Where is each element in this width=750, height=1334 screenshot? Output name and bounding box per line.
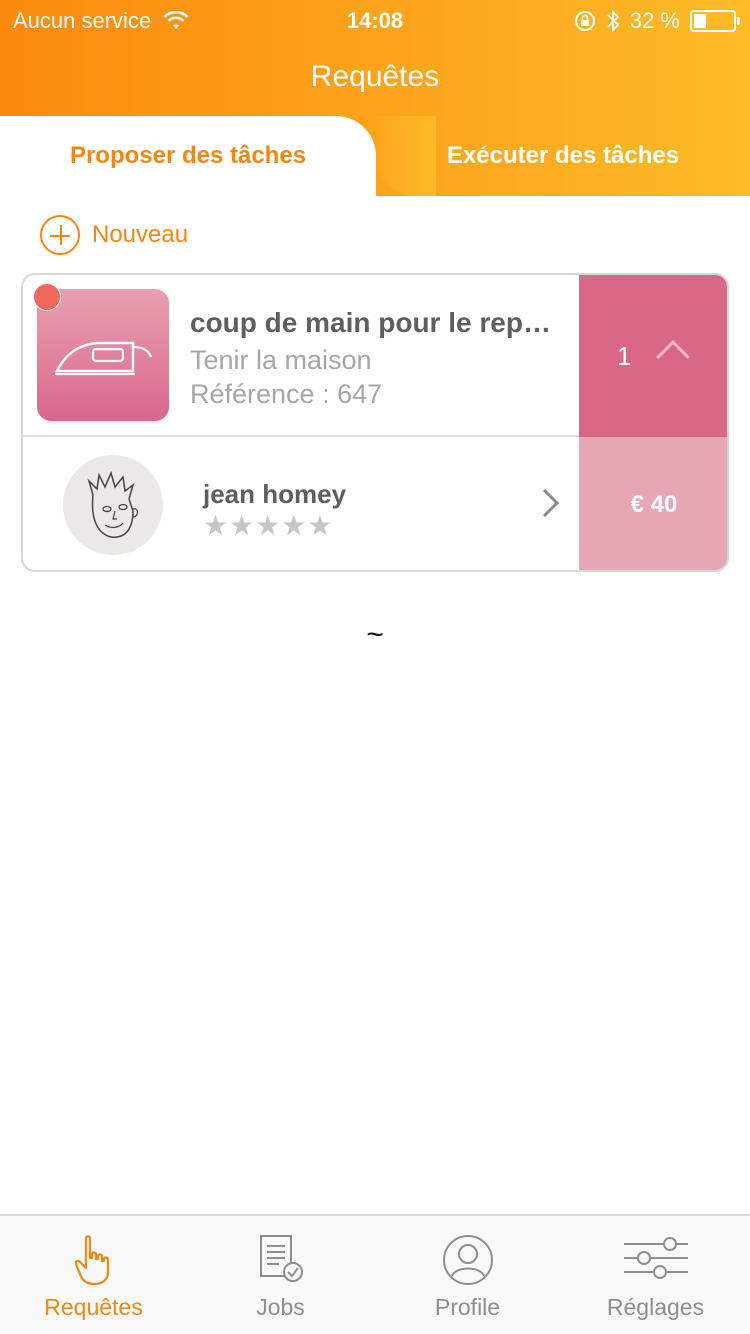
hand-pointer-icon [74,1235,109,1286]
battery-icon [690,10,740,32]
tabbar-label-reglages: Réglages [606,1294,705,1320]
segment-tabs: Proposer des tâches Exécuter des tâches [0,116,750,196]
plus-circle-icon [40,215,80,255]
battery-fill [694,14,706,28]
tabbar-item-profile[interactable]: Profile [374,1216,561,1334]
task-category: Tenir la maison [190,345,372,375]
tabbar-label-requetes: Requêtes [44,1294,143,1320]
tabbar-label-profile: Profile [434,1294,501,1320]
bottom-tab-bar: Requêtes Jobs Profile Réglages [0,1214,750,1334]
rating-stars: ★★★★★ [203,510,334,541]
tabbar-item-jobs[interactable]: Jobs [187,1216,374,1334]
iron-icon [55,341,153,376]
avatar [63,455,163,555]
responses-count: 1 [617,341,632,371]
cartoon-face-icon [87,470,139,538]
unread-indicator [33,283,61,311]
chevron-up-icon [656,340,690,374]
request-card-user-row[interactable]: jean homey ★★★★★ € 40 [23,437,727,570]
tabbar-item-requetes[interactable]: Requêtes [0,1216,187,1334]
task-reference: Référence : 647 [190,379,383,409]
tab-execute-label[interactable]: Exécuter des tâches [376,142,750,170]
sliders-icon [623,1237,688,1279]
task-category-thumbnail [37,289,169,421]
user-name: jean homey [203,479,347,509]
tabbar-label-jobs: Jobs [256,1294,305,1320]
new-request-label: Nouveau [92,221,189,248]
user-icon [442,1235,493,1285]
task-title: coup de main pour le rep… [190,307,551,338]
responses-count-box[interactable]: 1 [579,275,727,437]
request-card[interactable]: coup de main pour le rep… Tenir la maiso… [21,273,729,572]
request-card-task-row[interactable]: coup de main pour le rep… Tenir la maiso… [23,275,727,437]
list-end-mark: ~ [366,618,384,651]
battery-percent: 32 % [629,8,680,33]
status-right: 32 % [574,8,740,34]
tab-propose-label[interactable]: Proposer des tâches [0,142,376,170]
tabbar-item-reglages[interactable]: Réglages [561,1216,750,1334]
header: Aucun service 14:08 32 % Requêtes Propos… [0,0,750,196]
status-bar: Aucun service 14:08 32 % [0,0,750,40]
orientation-lock-icon [574,11,595,31]
page-title: Requêtes [310,60,440,93]
bluetooth-icon [607,9,620,33]
price-badge: € 40 [579,437,727,570]
document-check-icon [259,1235,303,1282]
chevron-right-icon[interactable] [530,488,560,518]
new-request-button[interactable]: Nouveau [40,215,188,255]
